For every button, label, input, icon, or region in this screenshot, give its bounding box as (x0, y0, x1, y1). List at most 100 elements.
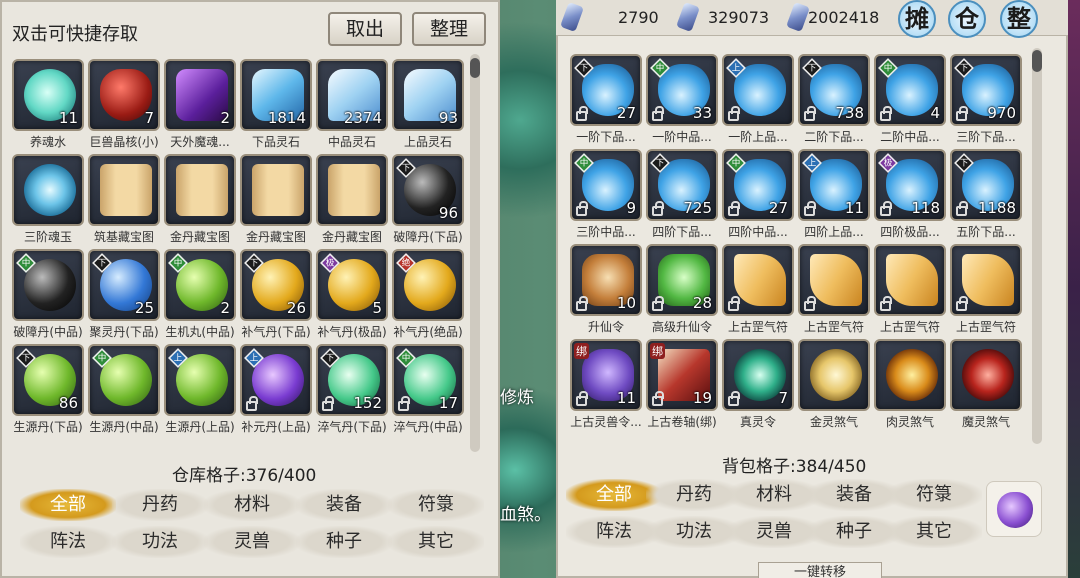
item-cell[interactable]: 7 巨兽晶核(小) (88, 59, 160, 154)
item-slot[interactable]: 绑 19 (646, 339, 718, 411)
item-slot[interactable]: 2374 (316, 59, 388, 131)
item-slot[interactable] (874, 244, 946, 316)
item-cell[interactable]: 1814 下品灵石 (240, 59, 312, 154)
item-slot[interactable]: 28 (646, 244, 718, 316)
item-cell[interactable]: 金丹藏宝图 (240, 154, 312, 249)
item-slot[interactable] (798, 244, 870, 316)
item-slot[interactable]: 中 (12, 249, 84, 321)
item-cell[interactable]: 肉灵煞气 (874, 339, 946, 434)
item-slot[interactable]: 下 152 (316, 344, 388, 416)
item-cell[interactable]: 中 33 一阶中品... (646, 54, 718, 149)
warehouse-scrollbar[interactable] (470, 54, 480, 452)
bag-scroll-thumb[interactable] (1032, 50, 1042, 72)
arrange-button[interactable]: 整 (1000, 0, 1038, 38)
item-cell[interactable]: 下 96 破障丹(下品) (392, 154, 464, 249)
warehouse-scroll-thumb[interactable] (470, 58, 480, 78)
item-cell[interactable]: 下 86 生源丹(下品) (12, 344, 84, 439)
item-cell[interactable]: 下 152 淬气丹(下品) (316, 344, 388, 439)
item-cell[interactable]: 中生源丹(中品) (88, 344, 160, 439)
item-slot[interactable]: 极5 (316, 249, 388, 321)
item-slot[interactable]: 中 (88, 344, 160, 416)
item-cell[interactable]: 中 9 三阶中品... (570, 149, 642, 244)
item-slot[interactable]: 下 26 (240, 249, 312, 321)
item-cell[interactable]: 93 上品灵石 (392, 59, 464, 154)
item-cell[interactable]: 28 高级升仙令 (646, 244, 718, 339)
item-cell[interactable]: 中 4 二阶中品... (874, 54, 946, 149)
item-slot[interactable]: 93 (392, 59, 464, 131)
filter-tab[interactable]: 功法 (112, 526, 208, 558)
one-click-transfer-button[interactable]: 一键转移 (758, 562, 882, 578)
item-slot[interactable]: 下 25 (88, 249, 160, 321)
item-slot[interactable]: 中 27 (722, 149, 794, 221)
filter-tab[interactable]: 种子 (296, 526, 392, 558)
item-slot[interactable]: 下 27 (570, 54, 642, 126)
item-cell[interactable]: 绑 11 上古灵兽令... (570, 339, 642, 434)
filter-tab[interactable]: 丹药 (112, 489, 208, 521)
item-cell[interactable]: 10 升仙令 (570, 244, 642, 339)
item-cell[interactable]: 绝补气丹(绝品) (392, 249, 464, 344)
item-slot[interactable] (316, 154, 388, 226)
bag-scrollbar[interactable] (1032, 48, 1042, 444)
item-cell[interactable]: 上古罡气符 (874, 244, 946, 339)
item-cell[interactable]: 金丹藏宝图 (164, 154, 236, 249)
item-slot[interactable] (950, 339, 1022, 411)
item-slot[interactable]: 11 (12, 59, 84, 131)
item-cell[interactable]: 下 25 聚灵丹(下品) (88, 249, 160, 344)
item-slot[interactable]: 绝 (392, 249, 464, 321)
item-slot[interactable]: 上 11 (798, 149, 870, 221)
item-cell[interactable]: 筑基藏宝图 (88, 154, 160, 249)
item-slot[interactable]: 下 738 (798, 54, 870, 126)
item-cell[interactable]: 魔灵煞气 (950, 339, 1022, 434)
item-cell[interactable]: 绑 19 上古卷轴(绑) (646, 339, 718, 434)
item-cell[interactable]: 2374 中品灵石 (316, 59, 388, 154)
item-cell[interactable]: 上生源丹(上品) (164, 344, 236, 439)
item-slot[interactable]: 中2 (164, 249, 236, 321)
item-slot[interactable]: 7 (722, 339, 794, 411)
item-slot[interactable]: 上 (164, 344, 236, 416)
item-cell[interactable]: 下 725 四阶下品... (646, 149, 718, 244)
item-slot[interactable]: 上 (722, 54, 794, 126)
item-slot[interactable]: 极 118 (874, 149, 946, 221)
item-cell[interactable]: 2 天外魔魂... (164, 59, 236, 154)
item-cell[interactable]: 极 118 四阶极品... (874, 149, 946, 244)
item-cell[interactable]: 上古罡气符 (798, 244, 870, 339)
item-slot[interactable]: 10 (570, 244, 642, 316)
item-slot[interactable] (874, 339, 946, 411)
item-slot[interactable]: 1814 (240, 59, 312, 131)
item-cell[interactable]: 金丹藏宝图 (316, 154, 388, 249)
item-slot[interactable]: 中4 (874, 54, 946, 126)
item-cell[interactable]: 上古罡气符 (950, 244, 1022, 339)
item-cell[interactable]: 下 26 补气丹(下品) (240, 249, 312, 344)
item-cell[interactable]: 下 970 三阶下品... (950, 54, 1022, 149)
item-slot[interactable]: 中 17 (392, 344, 464, 416)
item-slot[interactable]: 下 86 (12, 344, 84, 416)
item-cell[interactable]: 上一阶上品... (722, 54, 794, 149)
item-slot[interactable] (798, 339, 870, 411)
item-cell[interactable]: 中破障丹(中品) (12, 249, 84, 344)
item-cell[interactable]: 上 11 四阶上品... (798, 149, 870, 244)
item-cell[interactable]: 11 养魂水 (12, 59, 84, 154)
item-cell[interactable]: 中 2 生机丸(中品) (164, 249, 236, 344)
item-cell[interactable]: 7 真灵令 (722, 339, 794, 434)
item-cell[interactable]: 下 27 一阶下品... (570, 54, 642, 149)
item-slot[interactable]: 下 96 (392, 154, 464, 226)
item-cell[interactable]: 下 738 二阶下品... (798, 54, 870, 149)
filter-tab[interactable]: 符箓 (388, 489, 484, 521)
filter-tab[interactable]: 灵兽 (204, 526, 300, 558)
sort-button[interactable]: 整理 (412, 12, 486, 46)
item-slot[interactable]: 下 725 (646, 149, 718, 221)
item-slot[interactable] (164, 154, 236, 226)
item-slot[interactable] (88, 154, 160, 226)
item-slot[interactable]: 7 (88, 59, 160, 131)
item-slot[interactable]: 下 970 (950, 54, 1022, 126)
item-slot[interactable]: 上 (240, 344, 312, 416)
item-cell[interactable]: 中 27 四阶中品... (722, 149, 794, 244)
filter-tab[interactable]: 符箓 (886, 479, 982, 511)
item-cell[interactable]: 中 17 淬气丹(中品) (392, 344, 464, 439)
warehouse-button[interactable]: 仓 (948, 0, 986, 38)
item-slot[interactable] (240, 154, 312, 226)
item-slot[interactable]: 绑 11 (570, 339, 642, 411)
stall-button[interactable]: 摊 (898, 0, 936, 38)
filter-tab[interactable]: 其它 (886, 516, 982, 548)
item-slot[interactable] (12, 154, 84, 226)
